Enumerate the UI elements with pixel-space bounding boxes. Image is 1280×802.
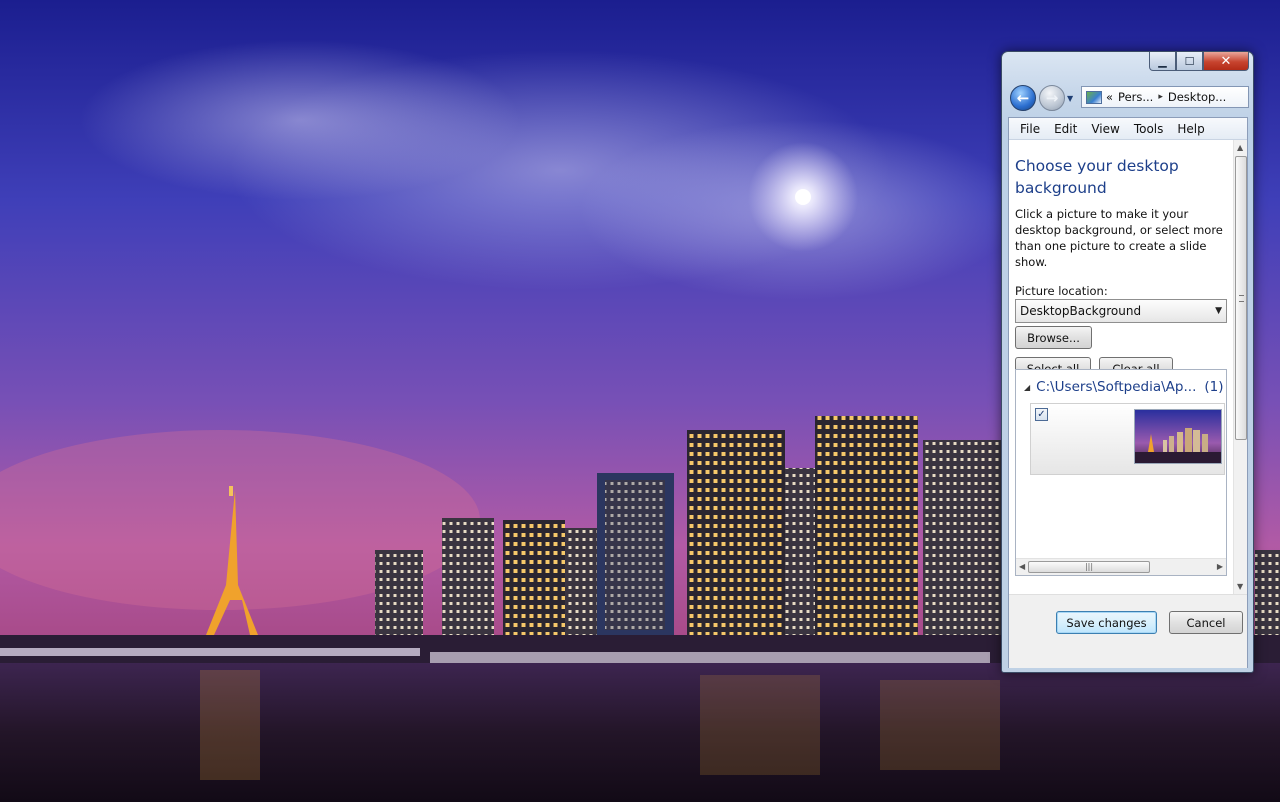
personalization-icon [1086, 90, 1102, 104]
picture-gallery: ◢ C:\Users\Softpedia\Ap... (1) ✓ ◀ ||| ▶ [1015, 369, 1227, 576]
horizontal-scrollbar[interactable]: ◀ ||| ▶ [1016, 558, 1226, 575]
picture-checkbox[interactable]: ✓ [1035, 408, 1048, 421]
thumbnail-image [1135, 410, 1221, 463]
desktop-background-window: ▁ ☐ ✕ ← → ▼ « Pers... ▸ Desktop... File … [1001, 51, 1254, 673]
breadcrumb-desktop-background[interactable]: Desktop... [1168, 90, 1226, 104]
dialog-footer: Save changes Cancel [1009, 594, 1247, 668]
page-title: Choose your desktop background [1015, 157, 1179, 197]
scroll-right-icon[interactable]: ▶ [1217, 562, 1223, 571]
scroll-down-icon[interactable]: ▼ [1237, 582, 1243, 591]
menu-edit[interactable]: Edit [1047, 122, 1084, 136]
scroll-grip-icon [1239, 295, 1244, 302]
content-pane: Choose your desktop background Click a p… [1009, 140, 1235, 592]
recent-pages-dropdown-icon[interactable]: ▼ [1067, 94, 1073, 103]
address-chevrons[interactable]: « [1106, 90, 1113, 104]
horizontal-scroll-thumb[interactable]: ||| [1028, 561, 1150, 573]
picture-location-value: DesktopBackground [1020, 304, 1142, 318]
breadcrumb-personalization[interactable]: Pers... [1118, 90, 1153, 104]
vertical-scroll-thumb[interactable] [1235, 156, 1247, 440]
maximize-button[interactable]: ☐ [1176, 52, 1203, 71]
scroll-up-icon[interactable]: ▲ [1237, 143, 1243, 152]
picture-location-select[interactable]: DesktopBackground ▼ [1015, 299, 1227, 323]
browse-button[interactable]: Browse... [1015, 326, 1092, 349]
close-button[interactable]: ✕ [1203, 52, 1249, 71]
wallpaper-thumbnail[interactable] [1134, 409, 1222, 464]
minimize-button[interactable]: ▁ [1149, 52, 1176, 71]
cancel-button[interactable]: Cancel [1169, 611, 1243, 634]
navigation-bar: ← → ▼ « Pers... ▸ Desktop... [1008, 84, 1249, 114]
gallery-group-path[interactable]: C:\Users\Softpedia\Ap... [1036, 379, 1196, 395]
vertical-scrollbar[interactable]: ▲ ▼ [1233, 140, 1247, 594]
dropdown-arrow-icon[interactable]: ▼ [1215, 306, 1222, 316]
address-bar[interactable]: « Pers... ▸ Desktop... [1081, 86, 1249, 108]
save-changes-button[interactable]: Save changes [1056, 611, 1157, 634]
window-client-area: File Edit View Tools Help Choose your de… [1008, 117, 1248, 668]
menu-bar: File Edit View Tools Help [1009, 118, 1247, 140]
scroll-left-icon[interactable]: ◀ [1019, 562, 1025, 571]
menu-help[interactable]: Help [1170, 122, 1211, 136]
collapse-triangle-icon[interactable]: ◢ [1024, 383, 1030, 392]
gallery-group-header[interactable]: ◢ C:\Users\Softpedia\Ap... (1) [1024, 379, 1224, 395]
picture-location-label: Picture location: [1015, 284, 1108, 298]
forward-arrow-icon[interactable]: → [1039, 85, 1065, 111]
menu-tools[interactable]: Tools [1127, 122, 1171, 136]
menu-file[interactable]: File [1013, 122, 1047, 136]
breadcrumb-separator-icon[interactable]: ▸ [1158, 92, 1163, 102]
menu-view[interactable]: View [1084, 122, 1126, 136]
page-description: Click a picture to make it your desktop … [1015, 207, 1223, 269]
picture-tile[interactable]: ✓ [1030, 403, 1225, 475]
gallery-group-count: (1) [1204, 379, 1224, 395]
title-bar-controls: ▁ ☐ ✕ [1149, 52, 1249, 71]
back-arrow-icon[interactable]: ← [1010, 85, 1036, 111]
